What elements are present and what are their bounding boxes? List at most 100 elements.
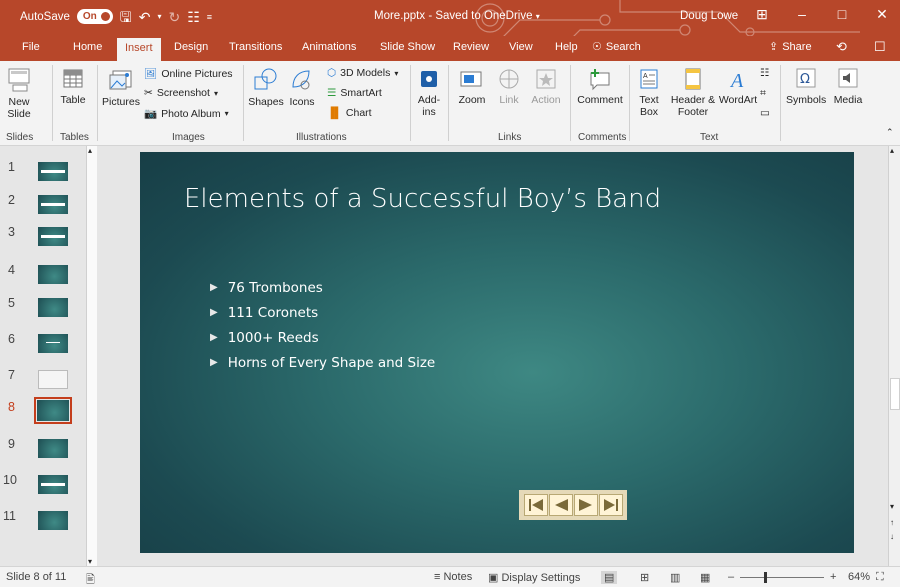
slide-thumbnail-1[interactable]: 1 bbox=[6, 160, 90, 188]
scroll-up-icon[interactable]: ▴ bbox=[88, 146, 92, 155]
zoom-level[interactable]: 64% bbox=[848, 571, 870, 583]
bullet-arrow-icon: ▶ bbox=[210, 357, 218, 368]
scroll-down-icon[interactable]: ▾ bbox=[890, 502, 894, 511]
header-footer-button[interactable]: Header & Footer bbox=[670, 67, 716, 118]
photo-album-button[interactable]: 📷 Photo Album ▾ bbox=[144, 107, 229, 121]
action-button[interactable]: Action bbox=[528, 67, 564, 106]
previous-slide-icon[interactable]: ↑ bbox=[890, 518, 894, 527]
tab-transitions[interactable]: Transitions bbox=[229, 41, 282, 53]
slide-thumbnail-4[interactable]: 4 bbox=[6, 263, 90, 291]
minimize-icon[interactable]: – bbox=[790, 6, 814, 22]
tab-home[interactable]: Home bbox=[73, 41, 102, 53]
wordart-button[interactable]: A WordArt bbox=[718, 67, 758, 106]
slide-thumbnail-3[interactable]: 3 bbox=[6, 225, 90, 253]
scrollbar-thumb[interactable] bbox=[890, 378, 900, 410]
ribbon-display-options-icon[interactable]: ⊞ bbox=[750, 6, 774, 23]
search-box[interactable]: ☉ Search bbox=[592, 40, 641, 54]
notes-button[interactable]: ≡ Notes bbox=[434, 571, 472, 583]
table-button[interactable]: Table bbox=[58, 67, 88, 106]
user-name[interactable]: Doug Lowe bbox=[680, 10, 738, 22]
slide-show-icon[interactable]: ▦ bbox=[700, 571, 710, 584]
slide-canvas[interactable]: Elements of a Successful Boy’s Band ▶ 76 … bbox=[140, 152, 854, 553]
slide-thumbnail-11[interactable]: 11 bbox=[3, 509, 90, 537]
collapse-ribbon-icon[interactable]: ⌃ bbox=[886, 127, 894, 138]
slide-thumbnail-7[interactable]: 7 bbox=[6, 368, 90, 396]
slide-thumbnail-6[interactable]: 6 bbox=[6, 332, 90, 360]
date-time-icon[interactable]: ☷ bbox=[760, 67, 769, 79]
slide-scrollbar[interactable]: ▴ ▾ ↑ ↓ bbox=[888, 146, 900, 566]
tab-view[interactable]: View bbox=[509, 41, 533, 53]
save-icon[interactable]: 🖫 bbox=[120, 10, 132, 24]
3d-models-label: 3D Models bbox=[340, 67, 391, 79]
text-box-icon: A bbox=[640, 69, 658, 89]
tab-animations[interactable]: Animations bbox=[302, 41, 356, 53]
slide-title[interactable]: Elements of a Successful Boy’s Band bbox=[184, 182, 704, 216]
slide-thumbnail-9[interactable]: 9 bbox=[6, 437, 90, 465]
first-slide-button[interactable] bbox=[523, 494, 548, 516]
3d-models-button[interactable]: ⬡ 3D Models ▾ bbox=[327, 67, 398, 79]
normal-view-icon[interactable]: ▤ bbox=[601, 571, 618, 584]
smartart-label: SmartArt bbox=[340, 87, 382, 99]
add-ins-button[interactable]: Add-ins bbox=[414, 67, 444, 118]
media-button[interactable]: Media bbox=[830, 67, 866, 106]
next-slide-icon[interactable]: ↓ bbox=[890, 532, 894, 541]
tab-file[interactable]: File bbox=[22, 41, 40, 53]
scroll-down-icon[interactable]: ▾ bbox=[88, 557, 92, 566]
zoom-button[interactable]: Zoom bbox=[454, 67, 490, 106]
fit-to-window-icon[interactable]: ⛶ bbox=[876, 571, 884, 584]
tab-help[interactable]: Help bbox=[555, 41, 578, 53]
next-slide-icon bbox=[578, 499, 592, 511]
symbols-button[interactable]: Ω Symbols bbox=[786, 67, 826, 106]
close-icon[interactable]: ✕ bbox=[870, 6, 894, 23]
spell-check-icon[interactable]: 🖹 bbox=[86, 571, 95, 587]
document-title[interactable]: More.pptx - Saved to OneDrive ▾ bbox=[374, 10, 540, 22]
online-pictures-button[interactable]: 🖼 Online Pictures bbox=[144, 67, 233, 81]
redo-icon[interactable]: ↻ bbox=[168, 10, 180, 24]
new-slide-button[interactable]: New Slide bbox=[4, 67, 34, 120]
slide-sorter-icon[interactable]: ⊞ bbox=[640, 571, 649, 584]
screenshot-button[interactable]: ✂ Screenshot ▾ bbox=[144, 87, 218, 99]
next-slide-button[interactable] bbox=[573, 494, 598, 516]
undo-icon[interactable]: ↶ bbox=[139, 10, 151, 24]
undo-dropdown-icon[interactable]: ▾ bbox=[157, 10, 161, 24]
tab-design[interactable]: Design bbox=[174, 41, 208, 53]
start-from-beginning-icon[interactable]: ☷ bbox=[187, 10, 200, 24]
chart-button[interactable]: ▐▌ Chart bbox=[327, 107, 372, 119]
icons-button[interactable]: Icons bbox=[287, 67, 317, 108]
autosave-toggle[interactable]: On bbox=[76, 9, 113, 24]
slide-thumbnail-5[interactable]: 5 bbox=[6, 296, 90, 324]
shapes-button[interactable]: Shapes bbox=[248, 67, 284, 108]
document-title-text: More.pptx - Saved to OneDrive bbox=[374, 10, 533, 22]
slide-number-icon[interactable]: ⌗ bbox=[760, 87, 766, 100]
display-settings-button[interactable]: ▣ Display Settings bbox=[488, 571, 580, 584]
scroll-up-icon[interactable]: ▴ bbox=[890, 146, 894, 155]
slide-thumbnail-2[interactable]: 2 bbox=[6, 193, 90, 221]
customize-qat-icon[interactable]: ≡ bbox=[207, 10, 212, 24]
pictures-button[interactable]: Pictures bbox=[101, 67, 141, 108]
slide-number: 11 bbox=[3, 509, 16, 523]
smartart-button[interactable]: ☰ SmartArt bbox=[327, 87, 382, 99]
zoom-out-icon[interactable]: – bbox=[728, 571, 734, 583]
tab-insert[interactable]: Insert bbox=[117, 38, 161, 61]
share-button[interactable]: ⇪ Share bbox=[769, 40, 812, 54]
slide-thumbnail-8[interactable]: 8 bbox=[6, 397, 90, 428]
bullet-list[interactable]: ▶ 76 Trombones ▶ 111 Coronets ▶ 1000+ Reeds… bbox=[210, 275, 435, 375]
link-button[interactable]: Link bbox=[494, 67, 524, 106]
text-box-button[interactable]: A Text Box bbox=[634, 67, 664, 118]
reading-view-icon[interactable]: ▥ bbox=[670, 571, 680, 584]
zoom-slider-thumb[interactable] bbox=[764, 572, 767, 583]
zoom-in-icon[interactable]: + bbox=[830, 571, 836, 583]
notes-label: Notes bbox=[443, 571, 473, 583]
comment-button[interactable]: Comment bbox=[575, 67, 625, 106]
object-icon[interactable]: ▭ bbox=[760, 107, 770, 119]
previous-slide-button[interactable] bbox=[548, 494, 573, 516]
tab-review[interactable]: Review bbox=[453, 41, 489, 53]
slide-thumbnail-10[interactable]: 10 bbox=[3, 473, 90, 501]
last-slide-button[interactable] bbox=[598, 494, 623, 516]
tab-slide-show[interactable]: Slide Show bbox=[380, 41, 435, 53]
history-icon[interactable]: ⟲ bbox=[836, 39, 847, 55]
thumbnail-scrollbar[interactable]: ▴ ▾ bbox=[86, 146, 97, 566]
restore-icon[interactable]: □ bbox=[830, 6, 854, 22]
comments-icon[interactable]: ☐ bbox=[874, 39, 886, 55]
zoom-slider-track[interactable] bbox=[740, 577, 824, 578]
